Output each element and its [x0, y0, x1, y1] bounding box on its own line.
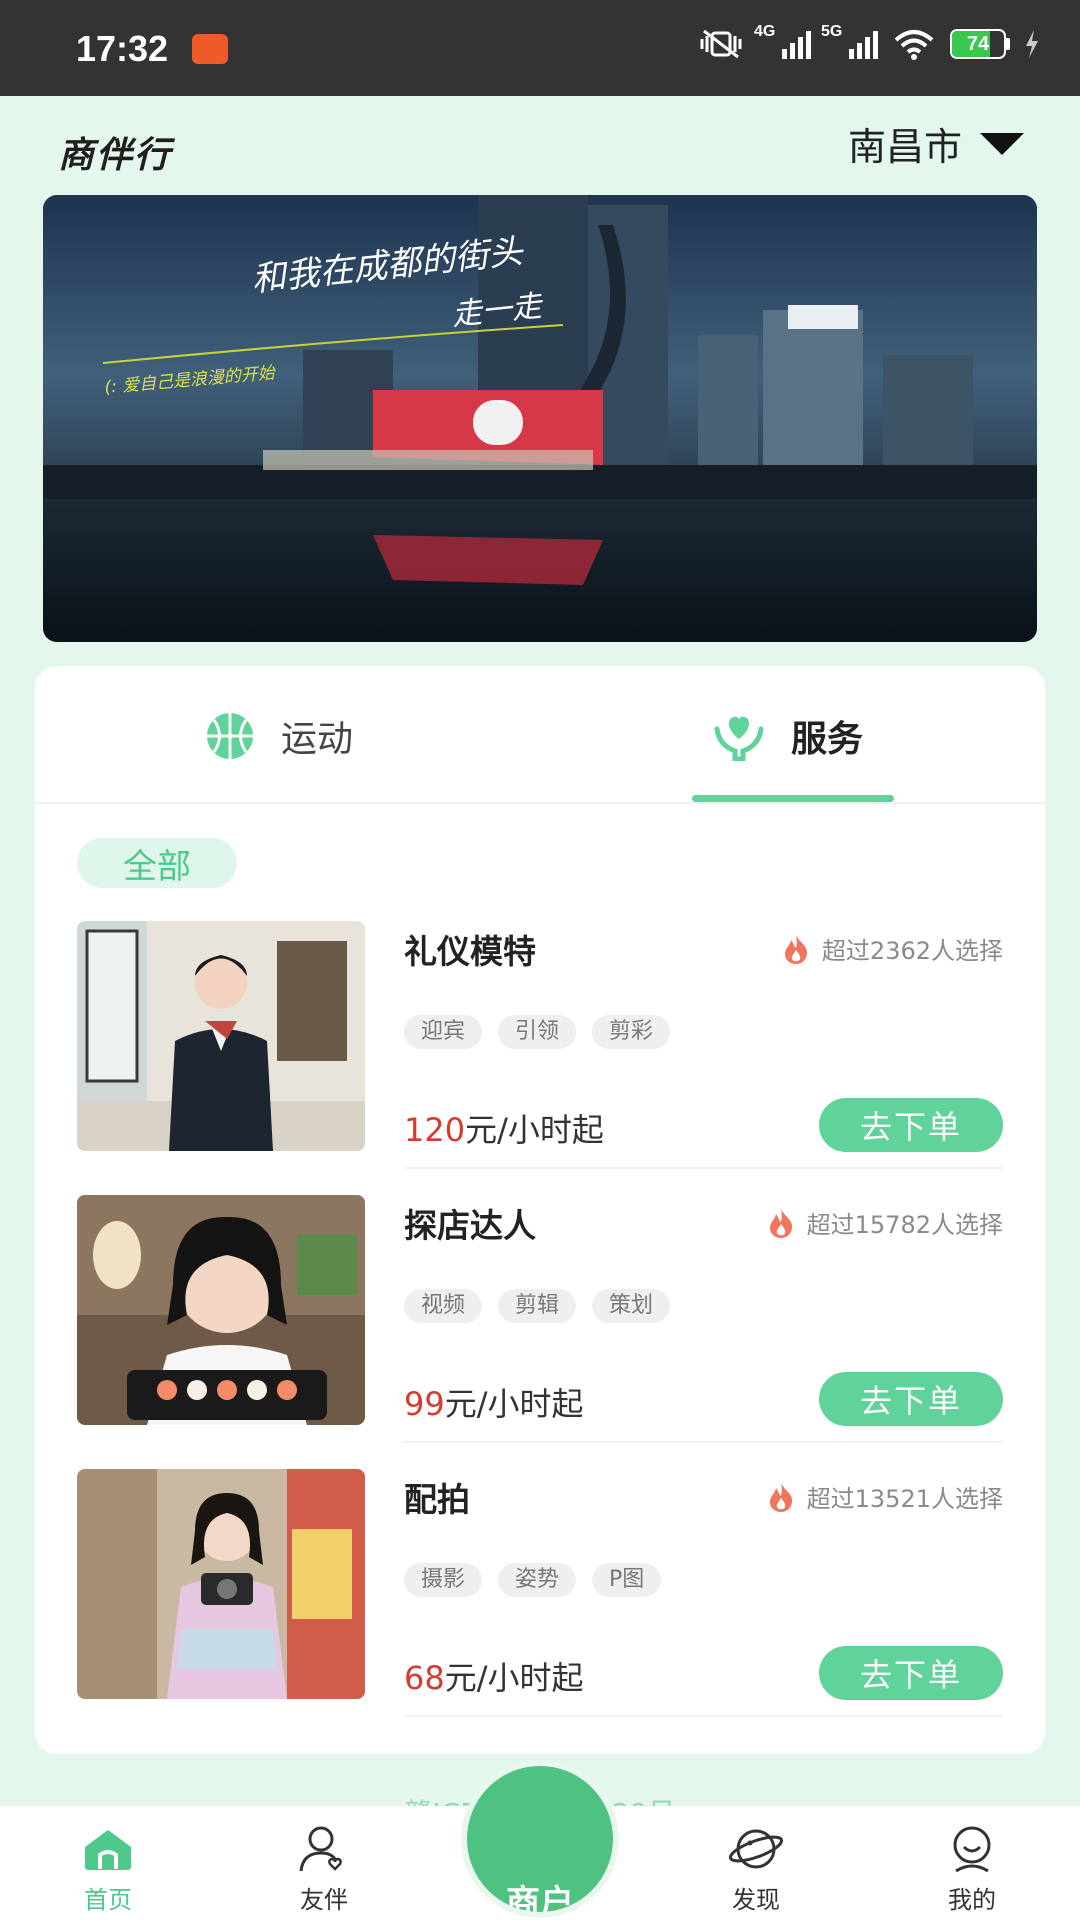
merchant-center-button[interactable]: 商户	[461, 1760, 619, 1918]
nav-home[interactable]: 首页	[48, 1824, 168, 1915]
fire-icon	[784, 934, 808, 964]
planet-icon	[728, 1829, 784, 1869]
price: 120元/小时起	[404, 1105, 604, 1151]
nav-partner[interactable]: 友伴	[264, 1824, 384, 1915]
tag-list: 视频 剪辑 策划	[404, 1289, 671, 1323]
service-item[interactable]: 配拍 超过13521人选择 摄影 姿势 P图 68元/小时起 去下单	[77, 1469, 1003, 1717]
app-logo: 商伴行	[58, 135, 173, 176]
tab-active-indicator	[692, 795, 894, 802]
banner-image: 和我在成都的街头 走一走 (: 爱自己是浪漫的开始	[43, 195, 1037, 642]
popularity-text: 超过13521人选择	[806, 1485, 1003, 1513]
tag: 视频	[404, 1289, 483, 1323]
order-button[interactable]: 去下单	[819, 1098, 1003, 1152]
tab-sport[interactable]: 运动	[205, 710, 353, 762]
tab-service[interactable]: 服务	[713, 710, 863, 762]
price: 68元/小时起	[404, 1653, 584, 1699]
vibrate-mute-icon	[700, 29, 742, 59]
nav-mine-label: 我的	[948, 1886, 996, 1914]
nav-discover[interactable]: 发现	[696, 1824, 816, 1915]
service-title: 探店达人	[404, 1206, 536, 1245]
popularity: 超过13521人选择	[765, 1479, 1003, 1514]
tab-service-label: 服务	[791, 719, 864, 760]
tag: 摄影	[404, 1563, 483, 1597]
order-button[interactable]: 去下单	[819, 1372, 1003, 1426]
tab-sport-label: 运动	[281, 719, 354, 760]
tag: P图	[592, 1563, 662, 1597]
service-item[interactable]: 礼仪模特 超过2362人选择 迎宾 引领 剪彩 120元/小时起 去下单	[77, 921, 1003, 1169]
wifi-icon	[894, 30, 934, 60]
service-title: 礼仪模特	[404, 932, 536, 971]
price: 99元/小时起	[404, 1379, 584, 1425]
popularity-text: 超过15782人选择	[806, 1211, 1003, 1239]
category-tabs: 运动 服务	[35, 666, 1045, 804]
price-number: 120	[404, 1111, 466, 1149]
price-unit: 元/小时起	[444, 1659, 584, 1697]
charging-icon	[1026, 30, 1038, 58]
service-title: 配拍	[404, 1480, 470, 1519]
tag-list: 迎宾 引领 剪彩	[404, 1015, 671, 1049]
price-number: 68	[404, 1659, 445, 1697]
price-unit: 元/小时起	[465, 1111, 604, 1149]
order-button[interactable]: 去下单	[819, 1646, 1003, 1700]
city-selector[interactable]: 南昌市	[848, 116, 1024, 171]
app-notification-icon	[192, 34, 228, 64]
signal-4g-icon: 4G	[754, 23, 811, 59]
fire-icon	[769, 1482, 792, 1512]
heart-hands-icon	[714, 716, 764, 761]
fire-icon	[769, 1208, 792, 1238]
popularity: 超过15782人选择	[765, 1205, 1003, 1240]
partner-icon	[299, 1826, 342, 1872]
price-unit: 元/小时起	[444, 1385, 584, 1423]
nav-home-label: 首页	[84, 1886, 132, 1914]
service-card: 运动 服务 全部 礼仪模特 超过2362人选择 迎宾 引领 剪彩 120元/小时…	[35, 666, 1045, 1754]
network-type-2: 5G	[821, 23, 843, 40]
profile-icon	[953, 1826, 991, 1873]
status-bar: 17:32 4G 5G 74	[0, 0, 1080, 96]
tag: 迎宾	[404, 1015, 483, 1049]
tag: 剪彩	[592, 1015, 671, 1049]
tag: 策划	[592, 1289, 671, 1323]
nav-discover-label: 发现	[732, 1886, 780, 1914]
tag: 剪辑	[498, 1289, 577, 1323]
service-photo	[77, 1469, 365, 1699]
signal-5g-icon: 5G	[821, 23, 878, 59]
divider	[404, 1715, 1003, 1717]
service-item[interactable]: 探店达人 超过15782人选择 视频 剪辑 策划 99元/小时起 去下单	[77, 1195, 1003, 1443]
battery-percent: 74	[966, 33, 990, 55]
basketball-icon	[207, 713, 253, 759]
banner-carousel[interactable]: 和我在成都的街头 走一走 (: 爱自己是浪漫的开始	[43, 195, 1037, 642]
merchant-center-label: 商户	[506, 1883, 574, 1918]
filter-chip-all[interactable]: 全部	[77, 838, 237, 888]
status-time: 17:32	[76, 28, 169, 69]
caret-down-icon	[980, 132, 1024, 155]
battery-icon: 74	[950, 29, 1010, 59]
nav-partner-label: 友伴	[300, 1886, 348, 1914]
service-photo	[77, 1195, 365, 1425]
popularity: 超过2362人选择	[780, 931, 1003, 966]
tag: 姿势	[498, 1563, 577, 1597]
popularity-text: 超过2362人选择	[821, 937, 1003, 965]
home-icon	[85, 1830, 131, 1870]
tag: 引领	[498, 1015, 577, 1049]
tag-list: 摄影 姿势 P图	[404, 1563, 662, 1597]
divider	[404, 1167, 1003, 1169]
network-type-1: 4G	[754, 23, 776, 40]
status-icons: 4G 5G 74	[698, 23, 1040, 60]
city-name: 南昌市	[847, 125, 962, 169]
nav-mine[interactable]: 我的	[912, 1824, 1032, 1915]
service-photo	[77, 921, 365, 1151]
price-number: 99	[404, 1385, 445, 1423]
divider	[404, 1441, 1003, 1443]
